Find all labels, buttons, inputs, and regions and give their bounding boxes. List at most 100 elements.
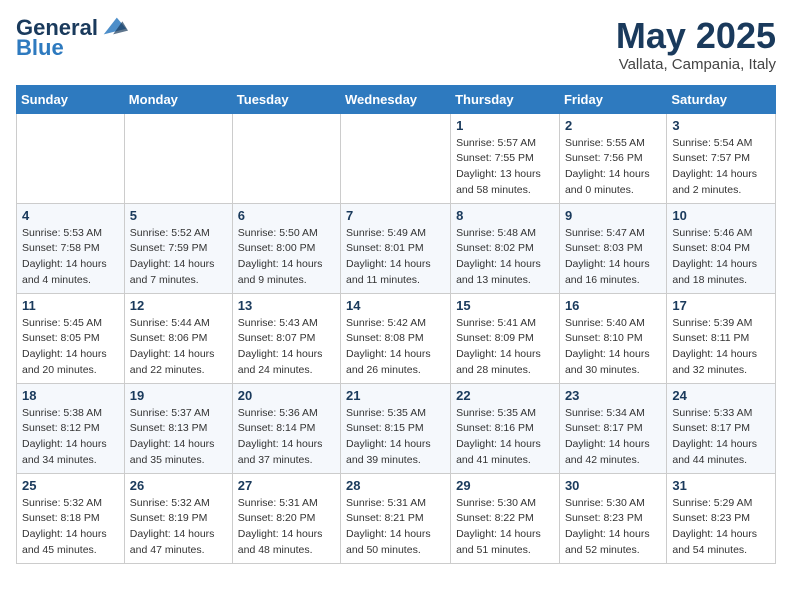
day-number: 30 (565, 478, 661, 493)
day-number: 18 (22, 388, 119, 403)
day-info: Sunrise: 5:42 AMSunset: 8:08 PMDaylight:… (346, 316, 445, 379)
day-number: 22 (456, 388, 554, 403)
day-number: 1 (456, 118, 554, 133)
day-number: 12 (130, 298, 227, 313)
day-number: 19 (130, 388, 227, 403)
calendar-cell: 28 Sunrise: 5:31 AMSunset: 8:21 PMDayligh… (341, 473, 451, 563)
day-info: Sunrise: 5:48 AMSunset: 8:02 PMDaylight:… (456, 226, 554, 289)
day-info: Sunrise: 5:52 AMSunset: 7:59 PMDaylight:… (130, 226, 227, 289)
calendar-cell: 5 Sunrise: 5:52 AMSunset: 7:59 PMDaylight… (124, 203, 232, 293)
calendar-week-1: 1 Sunrise: 5:57 AMSunset: 7:55 PMDaylight… (17, 113, 776, 203)
day-info: Sunrise: 5:49 AMSunset: 8:01 PMDaylight:… (346, 226, 445, 289)
day-info: Sunrise: 5:53 AMSunset: 7:58 PMDaylight:… (22, 226, 119, 289)
calendar-cell: 11Sunrise: 5:45 AMSunset: 8:05 PMDayligh… (17, 293, 125, 383)
day-info: Sunrise: 5:44 AMSunset: 8:06 PMDaylight:… (130, 316, 227, 379)
calendar-week-2: 4 Sunrise: 5:53 AMSunset: 7:58 PMDaylight… (17, 203, 776, 293)
day-info: Sunrise: 5:29 AMSunset: 8:23 PMDaylight:… (672, 496, 770, 559)
day-number: 24 (672, 388, 770, 403)
calendar-cell: 30 Sunrise: 5:30 AMSunset: 8:23 PMDayligh… (559, 473, 666, 563)
day-info: Sunrise: 5:47 AMSunset: 8:03 PMDaylight:… (565, 226, 661, 289)
day-info: Sunrise: 5:30 AMSunset: 8:22 PMDaylight:… (456, 496, 554, 559)
day-number: 5 (130, 208, 227, 223)
day-number: 7 (346, 208, 445, 223)
calendar-cell: 18 Sunrise: 5:38 AMSunset: 8:12 PMDayligh… (17, 383, 125, 473)
day-info: Sunrise: 5:33 AMSunset: 8:17 PMDaylight:… (672, 406, 770, 469)
calendar-cell: 6 Sunrise: 5:50 AMSunset: 8:00 PMDaylight… (232, 203, 340, 293)
day-info: Sunrise: 5:31 AMSunset: 8:21 PMDaylight:… (346, 496, 445, 559)
calendar-cell: 31 Sunrise: 5:29 AMSunset: 8:23 PMDayligh… (667, 473, 776, 563)
col-header-sunday: Sunday (17, 85, 125, 113)
logo: General Blue (16, 16, 128, 60)
day-number: 27 (238, 478, 335, 493)
day-info: Sunrise: 5:55 AMSunset: 7:56 PMDaylight:… (565, 136, 661, 199)
day-number: 13 (238, 298, 335, 313)
calendar-cell (232, 113, 340, 203)
day-info: Sunrise: 5:32 AMSunset: 8:18 PMDaylight:… (22, 496, 119, 559)
day-info: Sunrise: 5:31 AMSunset: 8:20 PMDaylight:… (238, 496, 335, 559)
calendar-cell: 3 Sunrise: 5:54 AMSunset: 7:57 PMDaylight… (667, 113, 776, 203)
day-info: Sunrise: 5:36 AMSunset: 8:14 PMDaylight:… (238, 406, 335, 469)
day-number: 14 (346, 298, 445, 313)
day-number: 20 (238, 388, 335, 403)
day-number: 10 (672, 208, 770, 223)
day-number: 9 (565, 208, 661, 223)
day-info: Sunrise: 5:41 AMSunset: 8:09 PMDaylight:… (456, 316, 554, 379)
calendar-cell: 15 Sunrise: 5:41 AMSunset: 8:09 PMDayligh… (451, 293, 560, 383)
day-number: 28 (346, 478, 445, 493)
day-info: Sunrise: 5:39 AMSunset: 8:11 PMDaylight:… (672, 316, 770, 379)
title-block: May 2025 Vallata, Campania, Italy (616, 16, 776, 73)
month-title: May 2025 (616, 16, 776, 56)
calendar-cell: 12 Sunrise: 5:44 AMSunset: 8:06 PMDayligh… (124, 293, 232, 383)
calendar-cell: 21 Sunrise: 5:35 AMSunset: 8:15 PMDayligh… (341, 383, 451, 473)
page-header: General Blue May 2025 Vallata, Campania,… (16, 16, 776, 73)
location: Vallata, Campania, Italy (616, 56, 776, 73)
col-header-wednesday: Wednesday (341, 85, 451, 113)
day-number: 15 (456, 298, 554, 313)
day-info: Sunrise: 5:37 AMSunset: 8:13 PMDaylight:… (130, 406, 227, 469)
day-info: Sunrise: 5:34 AMSunset: 8:17 PMDaylight:… (565, 406, 661, 469)
calendar-cell: 19 Sunrise: 5:37 AMSunset: 8:13 PMDayligh… (124, 383, 232, 473)
calendar-header-row: SundayMondayTuesdayWednesdayThursdayFrid… (17, 85, 776, 113)
calendar-cell: 16 Sunrise: 5:40 AMSunset: 8:10 PMDayligh… (559, 293, 666, 383)
day-info: Sunrise: 5:46 AMSunset: 8:04 PMDaylight:… (672, 226, 770, 289)
calendar-week-4: 18 Sunrise: 5:38 AMSunset: 8:12 PMDayligh… (17, 383, 776, 473)
col-header-monday: Monday (124, 85, 232, 113)
calendar-cell: 24 Sunrise: 5:33 AMSunset: 8:17 PMDayligh… (667, 383, 776, 473)
calendar-cell: 25Sunrise: 5:32 AMSunset: 8:18 PMDayligh… (17, 473, 125, 563)
calendar-cell: 2 Sunrise: 5:55 AMSunset: 7:56 PMDaylight… (559, 113, 666, 203)
day-number: 31 (672, 478, 770, 493)
day-info: Sunrise: 5:57 AMSunset: 7:55 PMDaylight:… (456, 136, 554, 199)
day-info: Sunrise: 5:43 AMSunset: 8:07 PMDaylight:… (238, 316, 335, 379)
calendar-cell: 9 Sunrise: 5:47 AMSunset: 8:03 PMDaylight… (559, 203, 666, 293)
day-number: 21 (346, 388, 445, 403)
calendar-cell (17, 113, 125, 203)
col-header-friday: Friday (559, 85, 666, 113)
calendar-cell: 17 Sunrise: 5:39 AMSunset: 8:11 PMDayligh… (667, 293, 776, 383)
day-number: 17 (672, 298, 770, 313)
day-number: 23 (565, 388, 661, 403)
day-info: Sunrise: 5:40 AMSunset: 8:10 PMDaylight:… (565, 316, 661, 379)
day-info: Sunrise: 5:35 AMSunset: 8:16 PMDaylight:… (456, 406, 554, 469)
day-number: 8 (456, 208, 554, 223)
calendar-cell: 20 Sunrise: 5:36 AMSunset: 8:14 PMDayligh… (232, 383, 340, 473)
day-number: 6 (238, 208, 335, 223)
calendar-table: SundayMondayTuesdayWednesdayThursdayFrid… (16, 85, 776, 564)
calendar-cell: 22 Sunrise: 5:35 AMSunset: 8:16 PMDayligh… (451, 383, 560, 473)
col-header-tuesday: Tuesday (232, 85, 340, 113)
day-info: Sunrise: 5:50 AMSunset: 8:00 PMDaylight:… (238, 226, 335, 289)
calendar-cell: 26Sunrise: 5:32 AMSunset: 8:19 PMDayligh… (124, 473, 232, 563)
calendar-cell: 7 Sunrise: 5:49 AMSunset: 8:01 PMDaylight… (341, 203, 451, 293)
day-info: Sunrise: 5:54 AMSunset: 7:57 PMDaylight:… (672, 136, 770, 199)
day-number: 4 (22, 208, 119, 223)
calendar-cell (124, 113, 232, 203)
day-info: Sunrise: 5:38 AMSunset: 8:12 PMDaylight:… (22, 406, 119, 469)
calendar-cell: 10 Sunrise: 5:46 AMSunset: 8:04 PMDayligh… (667, 203, 776, 293)
day-info: Sunrise: 5:30 AMSunset: 8:23 PMDaylight:… (565, 496, 661, 559)
calendar-cell: 29Sunrise: 5:30 AMSunset: 8:22 PMDayligh… (451, 473, 560, 563)
calendar-cell: 13 Sunrise: 5:43 AMSunset: 8:07 PMDayligh… (232, 293, 340, 383)
logo-icon (100, 12, 128, 40)
day-number: 16 (565, 298, 661, 313)
day-number: 2 (565, 118, 661, 133)
day-number: 3 (672, 118, 770, 133)
day-info: Sunrise: 5:35 AMSunset: 8:15 PMDaylight:… (346, 406, 445, 469)
